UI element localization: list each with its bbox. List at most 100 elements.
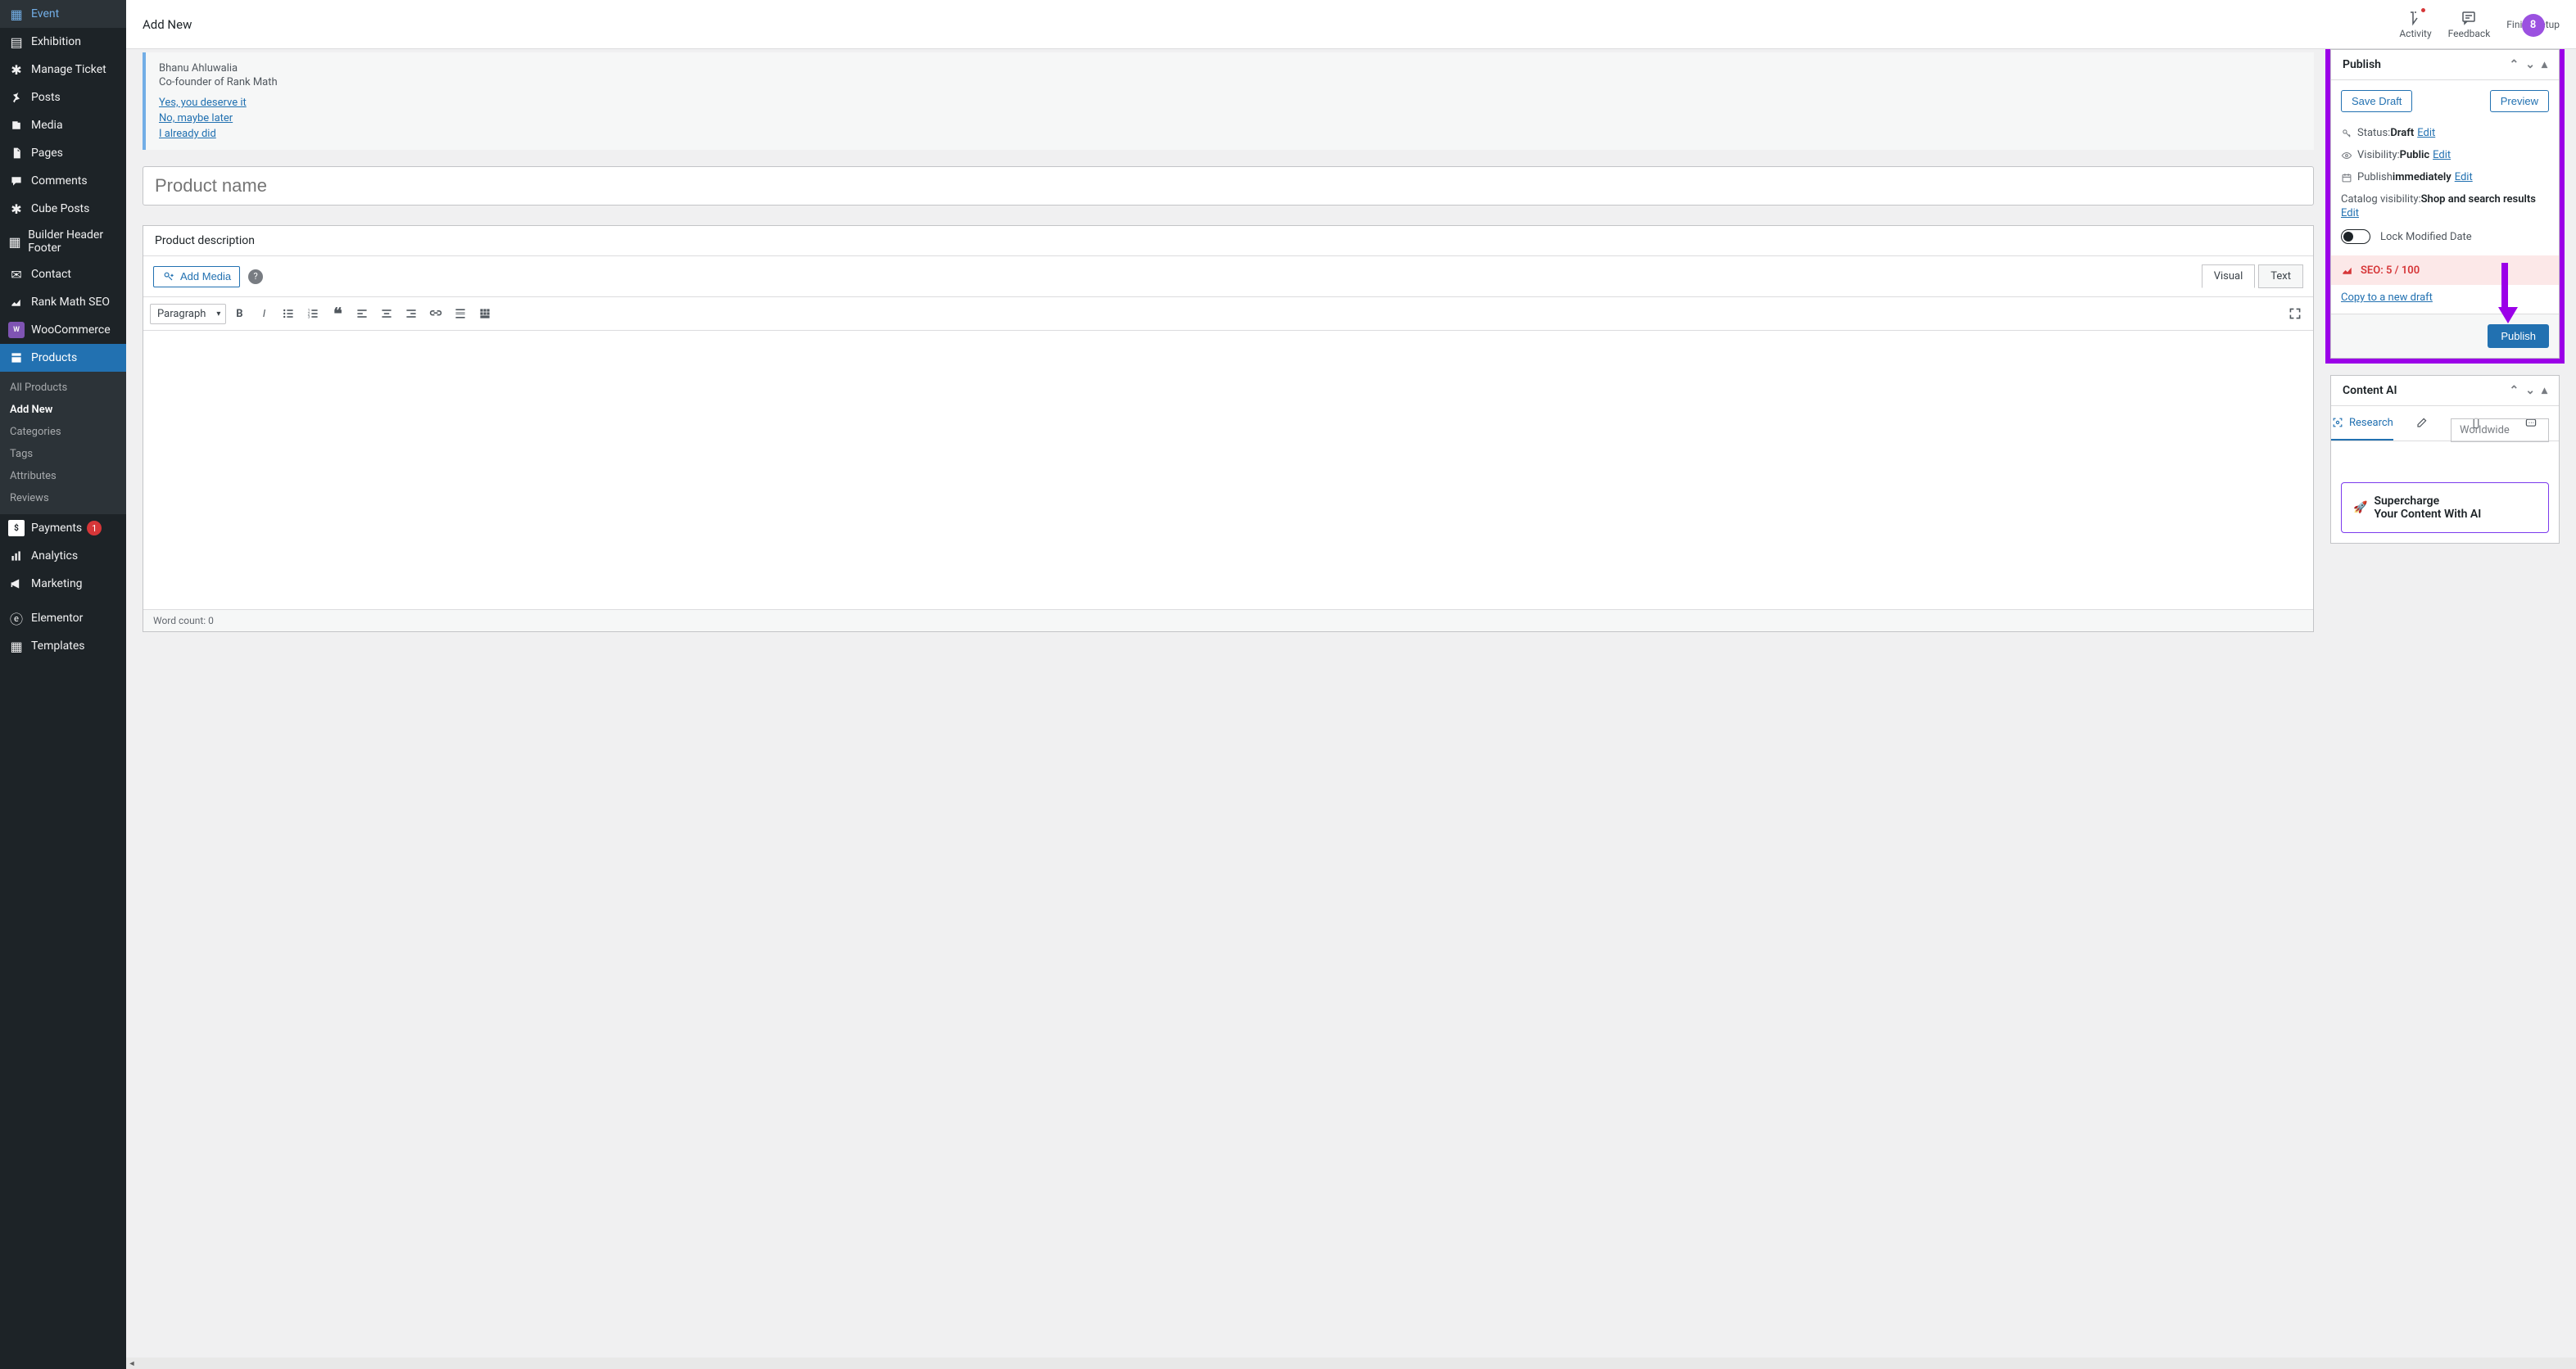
bullet-list-button[interactable] [277, 302, 300, 325]
templates-icon: ▦ [8, 638, 25, 654]
caret-up-icon[interactable]: ▴ [2542, 58, 2547, 71]
copy-to-draft-link[interactable]: Copy to a new draft [2341, 291, 2433, 304]
sidebar-item-cube-posts[interactable]: ✱Cube Posts [0, 195, 126, 223]
chevron-up-icon[interactable]: ⌃ [2510, 58, 2519, 71]
research-tab[interactable]: Research [2331, 406, 2393, 441]
italic-button[interactable]: I [252, 302, 275, 325]
submenu-categories[interactable]: Categories [0, 421, 126, 443]
sidebar-item-rank-math[interactable]: Rank Math SEO [0, 288, 126, 316]
exhibition-icon: ▤ [8, 34, 25, 50]
sidebar-item-products[interactable]: Products [0, 344, 126, 372]
chevron-up-icon[interactable]: ⌃ [2510, 384, 2519, 397]
sidebar-item-contact[interactable]: ✉Contact [0, 260, 126, 288]
bold-button[interactable]: B [228, 302, 251, 325]
scan-icon [2331, 416, 2344, 429]
help-icon[interactable]: ? [248, 269, 263, 284]
chevron-down-icon[interactable]: ⌄ [2525, 58, 2535, 71]
camera-icon [162, 270, 175, 283]
ai-supercharge-popup: 🚀 Supercharge Your Content With AI [2341, 482, 2549, 533]
sidebar-item-builder[interactable]: ▦Builder Header Footer [0, 223, 126, 260]
sidebar-item-payments[interactable]: $Payments1 [0, 514, 126, 542]
sidebar-item-templates[interactable]: ▦Templates [0, 632, 126, 660]
fullscreen-button[interactable] [2284, 302, 2307, 325]
sidebar-item-marketing[interactable]: Marketing [0, 570, 126, 598]
seo-score-row: SEO: 5 / 100 [2331, 255, 2559, 285]
notice-link-yes[interactable]: Yes, you deserve it [159, 97, 2301, 109]
sidebar-item-woocommerce[interactable]: WWooCommerce [0, 316, 126, 344]
ticket-icon: ✱ [8, 61, 25, 78]
page-title: Add New [143, 17, 192, 32]
sidebar-item-manage-ticket[interactable]: ✱Manage Ticket [0, 56, 126, 84]
lock-date-toggle[interactable] [2341, 229, 2370, 244]
edit-status-link[interactable]: Edit [2417, 127, 2435, 139]
comments-icon [8, 173, 25, 189]
description-header: Product description [143, 226, 2313, 256]
feedback-icon [2461, 10, 2477, 26]
sidebar-item-media[interactable]: Media [0, 111, 126, 139]
builder-icon: ▦ [8, 233, 21, 250]
eye-icon [2341, 150, 2357, 161]
submenu-tags[interactable]: Tags [0, 443, 126, 465]
avatar[interactable]: 8 [2522, 14, 2545, 37]
edit-date-link[interactable]: Edit [2455, 171, 2473, 183]
product-name-input[interactable] [143, 166, 2314, 206]
worldwide-dropdown[interactable]: Worldwide [2451, 418, 2549, 442]
key-icon [2341, 128, 2357, 139]
preview-button[interactable]: Preview [2490, 90, 2549, 112]
editor-toolbar-row: Add Media ? Visual Text [143, 256, 2313, 296]
topbar-actions: Activity Feedback Finish setup 8 [2399, 10, 2560, 39]
readmore-button[interactable] [449, 302, 472, 325]
caret-up-icon[interactable]: ▴ [2542, 384, 2547, 397]
editor-content-area[interactable] [143, 331, 2313, 609]
link-button[interactable] [424, 302, 447, 325]
products-submenu: All Products Add New Categories Tags Att… [0, 372, 126, 514]
add-media-button[interactable]: Add Media [153, 266, 240, 287]
tinymce-toolbar: Paragraph B I 123 ❝ [143, 296, 2313, 331]
align-right-button[interactable] [400, 302, 423, 325]
sidebar-item-event[interactable]: ▦Event [0, 0, 126, 28]
svg-text:3: 3 [308, 315, 310, 320]
toolbar-toggle-button[interactable] [473, 302, 496, 325]
visual-tab[interactable]: Visual [2202, 264, 2256, 288]
number-list-button[interactable]: 123 [301, 302, 324, 325]
sidebar-item-exhibition[interactable]: ▤Exhibition [0, 28, 126, 56]
save-draft-button[interactable]: Save Draft [2341, 90, 2412, 112]
catalog-row: Catalog visibility: Shop and search resu… [2341, 188, 2549, 224]
finish-setup-button[interactable]: Finish setup 8 [2506, 19, 2560, 30]
text-tab[interactable]: Text [2258, 264, 2303, 288]
word-count: Word count: 0 [143, 609, 2313, 631]
sidebar-item-elementor[interactable]: ⓔElementor [0, 604, 126, 632]
admin-sidebar: ▦Event ▤Exhibition ✱Manage Ticket Posts … [0, 0, 126, 1369]
scroll-left-arrow[interactable]: ◄ [126, 1358, 138, 1369]
sidebar-item-pages[interactable]: Pages [0, 139, 126, 167]
submenu-add-new[interactable]: Add New [0, 399, 126, 421]
edit-catalog-link[interactable]: Edit [2341, 207, 2549, 219]
notice-link-already[interactable]: I already did [159, 128, 2301, 140]
quote-button[interactable]: ❝ [326, 302, 349, 325]
sidebar-item-posts[interactable]: Posts [0, 84, 126, 111]
elementor-icon: ⓔ [8, 610, 25, 626]
sidebar-item-analytics[interactable]: Analytics [0, 542, 126, 570]
publish-box: Publish ⌃ ⌄ ▴ Save Draft Preview [2330, 49, 2560, 359]
horizontal-scrollbar[interactable]: ◄ [126, 1358, 2576, 1369]
activity-icon [2407, 10, 2424, 26]
chevron-down-icon[interactable]: ⌄ [2525, 384, 2535, 397]
format-select[interactable]: Paragraph [150, 304, 226, 324]
edit-visibility-link[interactable]: Edit [2433, 149, 2451, 161]
review-notice: Bhanu Ahluwalia Co-founder of Rank Math … [143, 52, 2314, 150]
sidebar-item-comments[interactable]: Comments [0, 167, 126, 195]
submenu-all-products[interactable]: All Products [0, 377, 126, 399]
feedback-button[interactable]: Feedback [2448, 10, 2491, 39]
align-center-button[interactable] [375, 302, 398, 325]
submenu-reviews[interactable]: Reviews [0, 487, 126, 509]
activity-button[interactable]: Activity [2399, 10, 2431, 39]
publish-button[interactable]: Publish [2488, 324, 2549, 348]
align-left-button[interactable] [351, 302, 373, 325]
products-icon [8, 350, 25, 366]
cube-icon: ✱ [8, 201, 25, 217]
payments-icon: $ [8, 520, 25, 536]
write-tab[interactable] [2393, 406, 2448, 441]
chart-icon [8, 294, 25, 310]
notice-link-no[interactable]: No, maybe later [159, 112, 2301, 124]
submenu-attributes[interactable]: Attributes [0, 465, 126, 487]
